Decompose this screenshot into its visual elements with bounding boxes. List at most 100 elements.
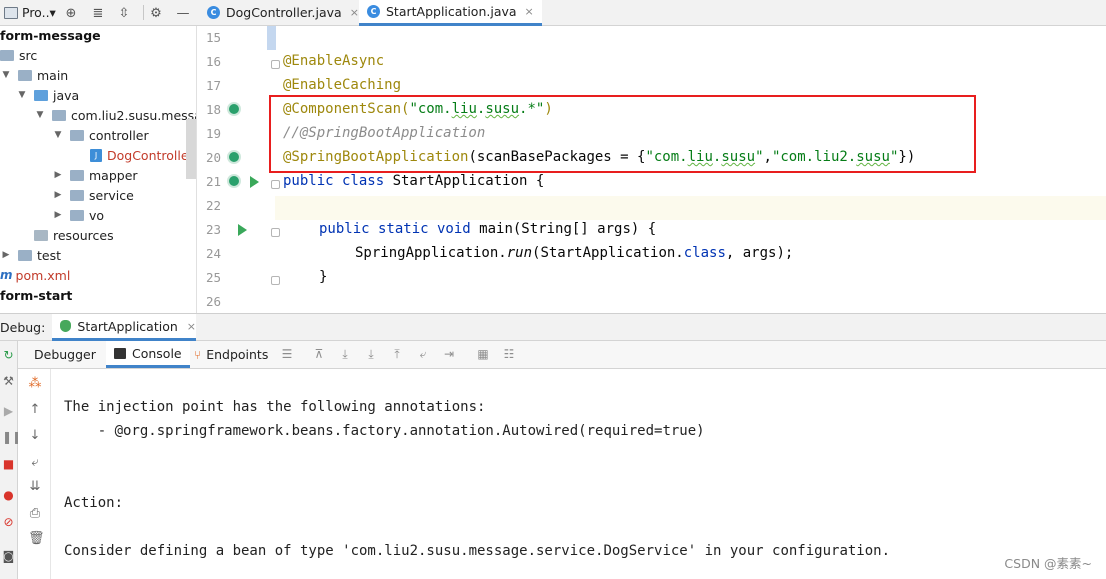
tree-item-mapper[interactable]: ▶ mapper (52, 165, 138, 185)
step-over-icon[interactable]: ⤓ (338, 347, 352, 361)
code-token: , args); (725, 245, 794, 261)
tree-item-pom[interactable]: m pom.xml (0, 265, 70, 285)
arrow-up-icon[interactable]: ↑ (28, 403, 42, 417)
folder-icon (0, 49, 14, 61)
resume-icon[interactable]: ▶ (2, 405, 15, 418)
trace-icon[interactable]: ☷ (502, 347, 516, 361)
step-out-icon[interactable]: ⤒ (390, 347, 404, 361)
tree-item-test[interactable]: ▶ test (0, 245, 61, 265)
code-token: } (319, 269, 328, 285)
arrow-down-icon[interactable]: ↓ (28, 429, 42, 443)
minimize-icon[interactable]: — (174, 4, 192, 22)
class-icon: C (207, 6, 220, 19)
chevron-right-icon[interactable]: ▶ (52, 210, 64, 220)
debug-side-toolbar: ↻ ⚒ ▶ ❚❚ ■ ● ⊘ ◙ (0, 341, 22, 579)
view-breakpoints-icon[interactable]: ● (2, 489, 15, 502)
tree-item-label: java (53, 87, 80, 103)
fold-marker-icon[interactable] (271, 60, 280, 69)
fold-marker-icon[interactable] (271, 276, 280, 285)
chevron-down-icon[interactable]: ▼ (0, 70, 12, 80)
tree-item-java[interactable]: ▼ java (16, 85, 80, 105)
debug-session-label: StartApplication (77, 318, 178, 334)
console-side-toolbar: ⁂ ↑ ↓ ⤶ ⇊ ⎙ 🗑 (18, 369, 51, 579)
wrench-icon[interactable]: ⚒ (2, 375, 15, 388)
rerun-icon[interactable]: ↻ (2, 349, 15, 362)
code-editor[interactable]: 15 16 17 18 19 20 21 22 23 24 25 26 @Ena… (196, 26, 1106, 313)
bug-icon (60, 320, 72, 332)
tree-item-label: form-start (0, 287, 73, 303)
locate-icon[interactable]: ⊕ (62, 4, 80, 22)
fold-marker-icon[interactable] (271, 228, 280, 237)
threads-icon[interactable]: ⁂ (28, 377, 42, 391)
bean-icon[interactable] (227, 174, 241, 188)
console-output[interactable]: The injection point has the following an… (52, 369, 1106, 579)
fold-marker-icon[interactable] (271, 180, 280, 189)
tab-label: StartApplication.java (386, 4, 517, 19)
run-icon[interactable] (238, 224, 247, 236)
code-line-25: } (319, 265, 327, 289)
pause-icon[interactable]: ❚❚ (2, 431, 22, 444)
camera-icon[interactable]: ◙ (2, 550, 15, 563)
mute-breakpoints-icon[interactable]: ⊘ (2, 516, 15, 529)
trash-icon[interactable]: 🗑 (28, 532, 45, 546)
soft-wrap-icon[interactable]: ⤶ (28, 456, 42, 470)
watermark: CSDN @素素~ (1004, 556, 1092, 571)
tab-startapplication[interactable]: C StartApplication.java × (359, 0, 542, 26)
tree-item-controller[interactable]: ▼ controller (52, 125, 149, 145)
run-to-cursor-icon[interactable]: ⇥ (442, 347, 456, 361)
project-tool-header: Pro..▾ ⊕ ≣ ⇳ ⚙ — (0, 0, 196, 25)
step-into-icon[interactable]: ⤓ (364, 347, 378, 361)
chevron-down-icon[interactable]: ▼ (16, 90, 28, 100)
tree-item-label: vo (89, 207, 105, 223)
tab-console[interactable]: Console (106, 341, 190, 368)
tree-item-resources[interactable]: resources (34, 225, 114, 245)
chevron-right-icon[interactable]: ▶ (52, 170, 64, 180)
close-icon[interactable]: × (187, 320, 196, 333)
tab-debugger[interactable]: Debugger (26, 341, 104, 368)
console-line: The injection point has the following an… (64, 399, 486, 415)
show-execution-point-icon[interactable]: ⊼ (312, 347, 326, 361)
tree-item-vo[interactable]: ▶ vo (52, 205, 105, 225)
run-icon[interactable] (250, 176, 259, 188)
chevron-right-icon[interactable]: ▶ (52, 190, 64, 200)
line-number: 25 (205, 270, 221, 285)
debug-session-tab[interactable]: StartApplication × (52, 314, 196, 341)
close-icon[interactable]: × (350, 6, 359, 19)
close-icon[interactable]: × (525, 5, 534, 18)
line-number: 16 (205, 54, 221, 69)
console-icon (114, 347, 126, 359)
tree-item-label: test (37, 247, 62, 263)
expand-icon[interactable]: ⇳ (115, 4, 133, 22)
tree-item-form-start[interactable]: form-start (0, 285, 72, 305)
package-icon (70, 129, 84, 141)
tree-item-main[interactable]: ▼ main (0, 65, 69, 85)
code-token: @EnableCaching (283, 77, 402, 93)
drop-frame-icon[interactable]: ⤶ (416, 347, 430, 361)
line-number: 24 (205, 246, 221, 261)
tab-dogcontroller[interactable]: C DogController.java × (199, 0, 367, 25)
scroll-to-end-icon[interactable]: ⇊ (28, 480, 42, 494)
bean-icon[interactable] (227, 150, 241, 164)
tab-endpoints[interactable]: ⑂ Endpoints (186, 341, 276, 368)
maven-icon: m (0, 268, 13, 282)
bean-icon[interactable] (227, 102, 241, 116)
code-token: class (683, 245, 726, 261)
tree-item-src[interactable]: src (0, 45, 37, 65)
tree-item-dogcontroller[interactable]: J DogController.j (90, 145, 196, 165)
tree-scrollbar[interactable] (186, 119, 196, 179)
tree-item-package[interactable]: ▼ com.liu2.susu.messag (34, 105, 196, 125)
evaluate-icon[interactable]: ▦ (476, 347, 490, 361)
stop-icon[interactable]: ■ (2, 458, 15, 471)
menu-icon[interactable]: ☰ (280, 347, 294, 361)
project-view-selector[interactable]: Pro..▾ (22, 5, 56, 20)
tree-item-service[interactable]: ▶ service (52, 185, 134, 205)
class-icon: C (367, 5, 380, 18)
tree-item-form-message[interactable]: form-message (0, 26, 101, 45)
print-icon[interactable]: ⎙ (28, 507, 42, 521)
chevron-down-icon[interactable]: ▼ (34, 110, 46, 120)
chevron-right-icon[interactable]: ▶ (0, 250, 12, 260)
gear-icon[interactable]: ⚙ (147, 4, 165, 22)
tree-item-label: main (37, 67, 69, 83)
collapse-all-icon[interactable]: ≣ (89, 4, 107, 22)
chevron-down-icon[interactable]: ▼ (52, 130, 64, 140)
